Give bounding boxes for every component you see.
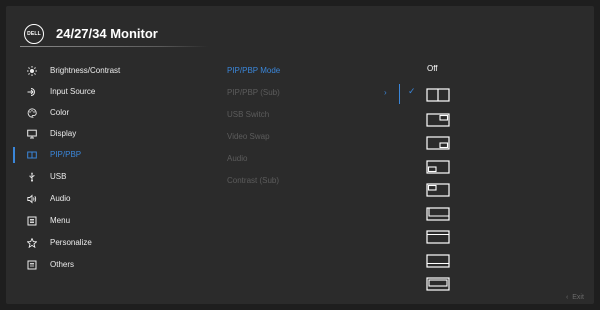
pbp-horizontal-split-icon[interactable]	[426, 230, 450, 244]
menu-item-display[interactable]: Display	[0, 123, 220, 145]
submenu-item-contrast-sub[interactable]: Contrast (Sub)	[227, 170, 279, 192]
exit-label: Exit	[572, 294, 584, 301]
color-palette-icon	[27, 108, 37, 118]
selection-indicator	[399, 84, 400, 104]
submenu-item-pip-pbp-mode[interactable]: PIP/PBP Mode	[227, 60, 280, 82]
exit-button[interactable]: ‹ Exit	[566, 294, 584, 301]
menu-item-pip-pbp[interactable]: PIP/PBP	[0, 144, 220, 166]
menu-item-label: USB	[50, 172, 67, 181]
menu-item-color[interactable]: Color	[0, 102, 220, 124]
menu-item-label: Menu	[50, 216, 71, 225]
menu-item-label: Display	[50, 129, 77, 138]
menu-item-label: Input Source	[50, 87, 96, 96]
menu-item-usb[interactable]: USB	[0, 166, 220, 188]
menu-item-input-source[interactable]: Input Source	[0, 81, 220, 103]
option-off[interactable]: Off	[427, 64, 438, 73]
osd-title: 24/27/34 Monitor	[56, 26, 158, 41]
chevron-right-icon: ›	[384, 88, 387, 97]
pip-bottom-left-icon[interactable]	[426, 160, 450, 174]
menu-icon	[27, 216, 37, 226]
usb-icon	[27, 172, 37, 182]
dell-logo: DELL	[24, 24, 44, 44]
submenu-item-usb-switch[interactable]: USB Switch	[227, 104, 269, 126]
pbp-wide-top-icon[interactable]	[426, 254, 450, 268]
star-icon	[27, 238, 37, 248]
menu-item-label: Color	[50, 108, 70, 117]
check-icon: ✓	[408, 86, 416, 96]
title-divider	[20, 46, 208, 47]
pbp-wide-bottom-icon[interactable]	[426, 277, 450, 291]
input-source-icon	[27, 87, 37, 97]
menu-item-label: PIP/PBP	[50, 150, 82, 159]
menu-item-label: Audio	[50, 194, 71, 203]
pip-pbp-icon	[27, 150, 37, 160]
active-indicator	[13, 147, 15, 163]
menu-item-label: Brightness/Contrast	[50, 66, 121, 75]
menu-item-menu[interactable]: Menu	[0, 210, 220, 232]
pip-bottom-right-icon[interactable]	[426, 136, 450, 150]
pip-top-right-icon[interactable]	[426, 113, 450, 127]
menu-item-others[interactable]: Others	[0, 254, 220, 276]
display-icon	[27, 129, 37, 139]
chevron-left-icon: ‹	[566, 294, 569, 301]
submenu-item-pip-pbp-sub[interactable]: PIP/PBP (Sub)	[227, 82, 280, 104]
menu-item-brightness-contrast[interactable]: Brightness/Contrast	[0, 60, 220, 82]
others-icon	[27, 260, 37, 270]
pbp-split-icon[interactable]	[426, 88, 450, 102]
menu-item-personalize[interactable]: Personalize	[0, 232, 220, 254]
pbp-bottom-split-icon[interactable]	[426, 207, 450, 221]
menu-item-label: Personalize	[50, 238, 92, 247]
submenu-item-audio[interactable]: Audio	[227, 148, 247, 170]
menu-item-label: Others	[50, 260, 75, 269]
brightness-icon	[27, 66, 37, 76]
submenu-item-video-swap[interactable]: Video Swap	[227, 126, 270, 148]
audio-icon	[27, 194, 37, 204]
pip-top-left-icon[interactable]	[426, 183, 450, 197]
menu-item-audio[interactable]: Audio	[0, 188, 220, 210]
